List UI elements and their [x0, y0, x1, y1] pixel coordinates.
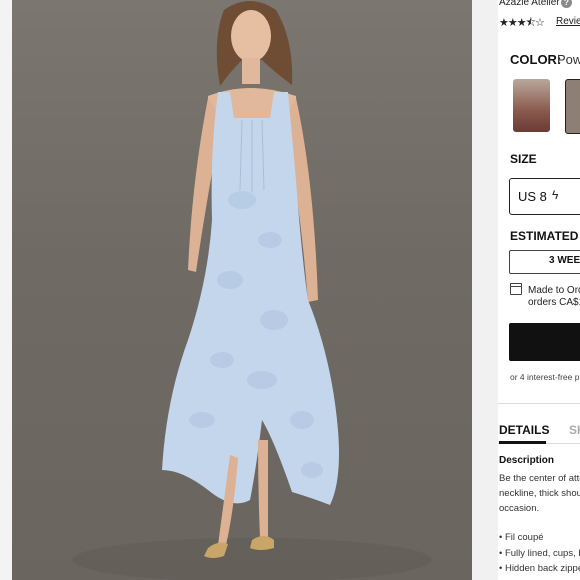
star-icon: ★	[507, 17, 518, 29]
add-to-bag-button[interactable]	[509, 323, 580, 361]
tab-shipping[interactable]: SH	[569, 423, 580, 437]
color-swatch[interactable]	[513, 79, 550, 132]
installments-text: or 4 interest-free p	[510, 372, 580, 382]
product-photo[interactable]	[12, 0, 472, 580]
size-title: SIZE	[510, 152, 537, 166]
bolt-icon: ϟ	[552, 188, 559, 202]
made-to-order-text: Made to Ord	[528, 285, 580, 296]
model-in-dress-image	[72, 1, 432, 580]
orders-note: orders CA$1	[528, 297, 580, 308]
feature-bullet: • Hidden back zippe	[499, 563, 580, 574]
calendar-icon	[510, 283, 522, 295]
star-empty-icon: ☆	[535, 17, 545, 29]
color-swatch-selected[interactable]	[565, 79, 580, 134]
star-icon: ★	[516, 17, 527, 29]
page-gutter	[472, 0, 498, 580]
star-icon: ★	[499, 17, 509, 29]
description-title: Description	[499, 455, 555, 466]
brand-name[interactable]: Azazie Atelier	[499, 0, 560, 8]
feature-bullet: • Fully lined, cups, bo	[499, 548, 580, 559]
reviews-link[interactable]: Review	[556, 16, 580, 27]
color-value: Pow	[557, 52, 580, 67]
tab-details[interactable]: DETAILS	[499, 423, 549, 437]
description-line: occasion.	[499, 503, 540, 514]
divider	[498, 403, 580, 404]
left-margin	[0, 0, 12, 580]
tab-active-indicator	[499, 441, 546, 444]
shipping-option-label: 3 WEE	[549, 255, 580, 266]
star-half-icon: ⯪	[525, 17, 536, 29]
size-value: US 8	[518, 189, 547, 204]
description-line: Be the center of atte	[499, 473, 580, 484]
color-label: COLOR:	[510, 52, 562, 67]
feature-bullet: • Fil coupé	[499, 532, 544, 543]
help-icon[interactable]: ?	[561, 0, 572, 8]
description-line: neckline, thick shoul	[499, 488, 580, 499]
estimated-title: ESTIMATED	[510, 229, 579, 243]
rating-stars: ★★★⯪☆	[499, 14, 545, 33]
product-details-panel: Azazie Atelier ? ★★★⯪☆ Review COLOR: Pow…	[498, 0, 580, 580]
